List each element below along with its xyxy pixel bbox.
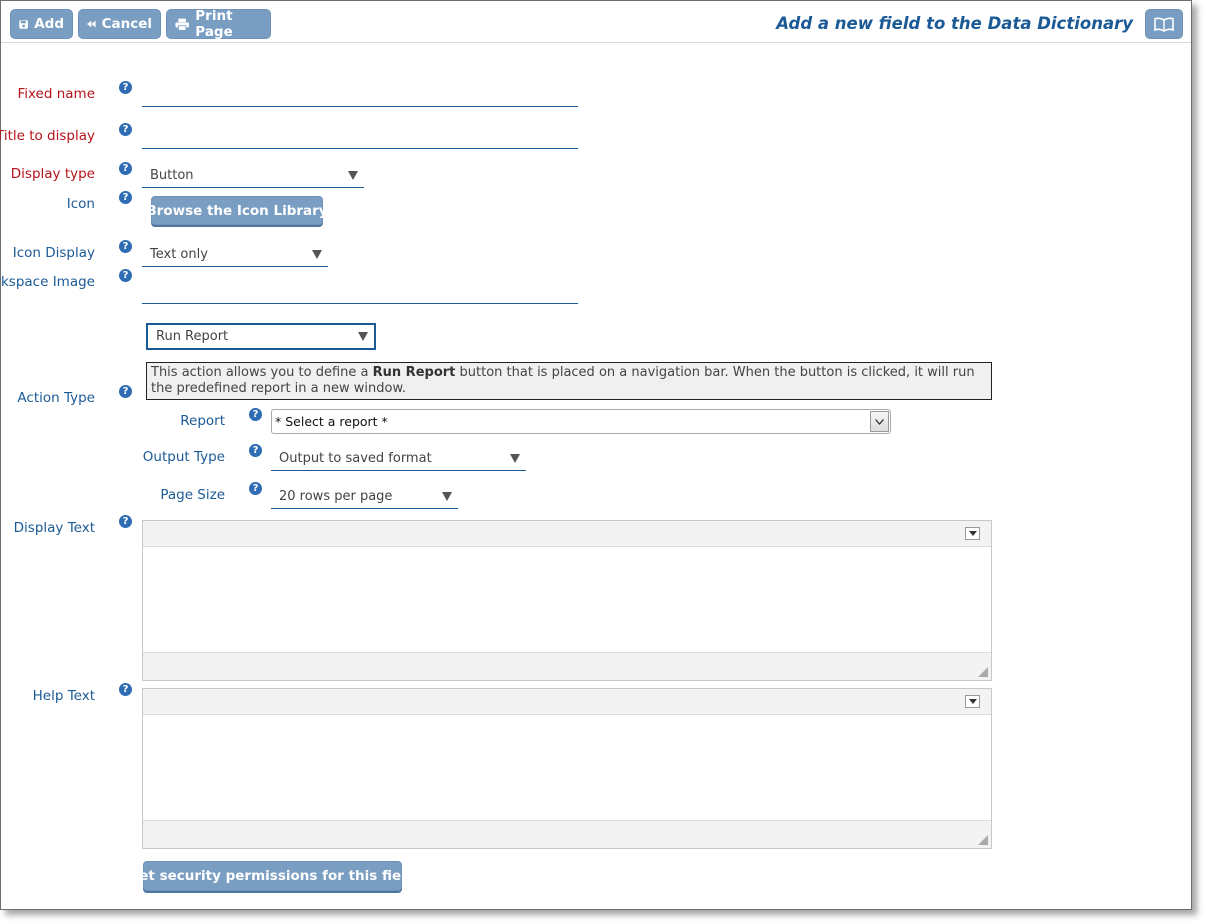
icon-display-select[interactable]: Text only <box>142 243 328 267</box>
display-type-label: Display type <box>10 166 95 182</box>
help-icon[interactable]: ? <box>249 444 262 457</box>
help-icon[interactable]: ? <box>119 269 132 282</box>
action-type-description: This action allows you to define a Run R… <box>146 362 992 400</box>
add-button[interactable]: Add <box>10 9 73 39</box>
add-button-label: Add <box>34 16 64 32</box>
page-frame: Add Cancel Print Page Add a new field to… <box>0 0 1192 910</box>
help-icon[interactable]: ? <box>249 408 262 421</box>
chevron-down-icon <box>968 531 977 536</box>
help-text-editor[interactable] <box>142 688 992 849</box>
printer-icon <box>175 18 189 31</box>
cancel-button-label: Cancel <box>101 16 152 32</box>
manual-button[interactable] <box>1145 9 1183 39</box>
workspace-image-label: Workspace Image <box>0 274 95 290</box>
title-to-display-input[interactable] <box>142 123 578 149</box>
fixed-name-label: Fixed name <box>17 86 95 102</box>
icon-display-value: Text only <box>150 247 208 262</box>
page-size-select[interactable]: 20 rows per page <box>271 485 458 509</box>
action-type-value: Run Report <box>156 329 229 344</box>
dropdown-button[interactable] <box>870 411 889 432</box>
print-page-button[interactable]: Print Page <box>166 8 271 40</box>
action-desc-bold: Run Report <box>372 365 456 380</box>
editor-toolbar <box>143 689 991 715</box>
page-size-value: 20 rows per page <box>279 489 393 504</box>
help-icon[interactable]: ? <box>119 385 132 398</box>
editor-menu-button[interactable] <box>965 695 980 708</box>
resize-handle-icon[interactable] <box>978 667 988 677</box>
icon-label: Icon <box>66 196 95 212</box>
title-to-display-label: Title to display <box>0 128 95 144</box>
editor-statusbar <box>143 820 991 848</box>
help-icon[interactable]: ? <box>119 515 132 528</box>
book-icon <box>1154 17 1174 32</box>
resize-handle-icon[interactable] <box>978 835 988 845</box>
action-type-label: Action Type <box>17 390 95 406</box>
display-type-select[interactable]: Button <box>142 164 364 188</box>
editor-toolbar <box>143 521 991 547</box>
chevron-down-icon <box>442 492 452 501</box>
help-icon[interactable]: ? <box>119 240 132 253</box>
help-icon[interactable]: ? <box>119 162 132 175</box>
chevron-down-icon <box>348 171 358 180</box>
help-icon[interactable]: ? <box>119 123 132 136</box>
editor-menu-button[interactable] <box>965 527 980 540</box>
header-divider <box>1 42 1191 43</box>
output-type-value: Output to saved format <box>279 451 432 466</box>
help-icon[interactable]: ? <box>119 191 132 204</box>
browse-icon-library-button[interactable]: Browse the Icon Library <box>146 196 328 225</box>
workspace-image-input[interactable] <box>142 278 578 304</box>
action-type-select[interactable]: Run Report <box>146 323 376 350</box>
display-text-label: Display Text <box>13 520 95 536</box>
report-select[interactable]: * Select a report * <box>271 409 891 434</box>
editor-statusbar <box>143 652 991 680</box>
help-text-label: Help Text <box>32 688 95 704</box>
cancel-button[interactable]: Cancel <box>78 9 161 39</box>
save-icon <box>19 19 28 29</box>
fixed-name-input[interactable] <box>142 81 578 107</box>
report-label: Report <box>180 413 225 429</box>
icon-display-label: Icon Display <box>12 245 95 261</box>
display-text-editor[interactable] <box>142 520 992 681</box>
display-type-value: Button <box>150 168 194 183</box>
chevron-down-icon <box>312 250 322 259</box>
print-page-button-label: Print Page <box>195 8 233 40</box>
page-size-label: Page Size <box>160 487 225 503</box>
page-title: Add a new field to the Data Dictionary <box>776 14 1133 33</box>
chevron-down-icon <box>968 699 977 704</box>
output-type-label: Output Type <box>142 449 225 465</box>
action-desc-text: This action allows you to define a <box>151 365 373 380</box>
set-security-permissions-button[interactable]: Set security permissions for this field <box>130 861 415 891</box>
help-icon[interactable]: ? <box>249 482 262 495</box>
output-type-select[interactable]: Output to saved format <box>271 447 526 471</box>
report-value: * Select a report * <box>275 414 388 429</box>
rewind-icon <box>87 20 96 28</box>
chevron-down-icon <box>358 332 368 341</box>
help-icon[interactable]: ? <box>119 81 132 94</box>
chevron-down-icon <box>875 418 884 425</box>
help-icon[interactable]: ? <box>119 683 132 696</box>
chevron-down-icon <box>510 454 520 463</box>
